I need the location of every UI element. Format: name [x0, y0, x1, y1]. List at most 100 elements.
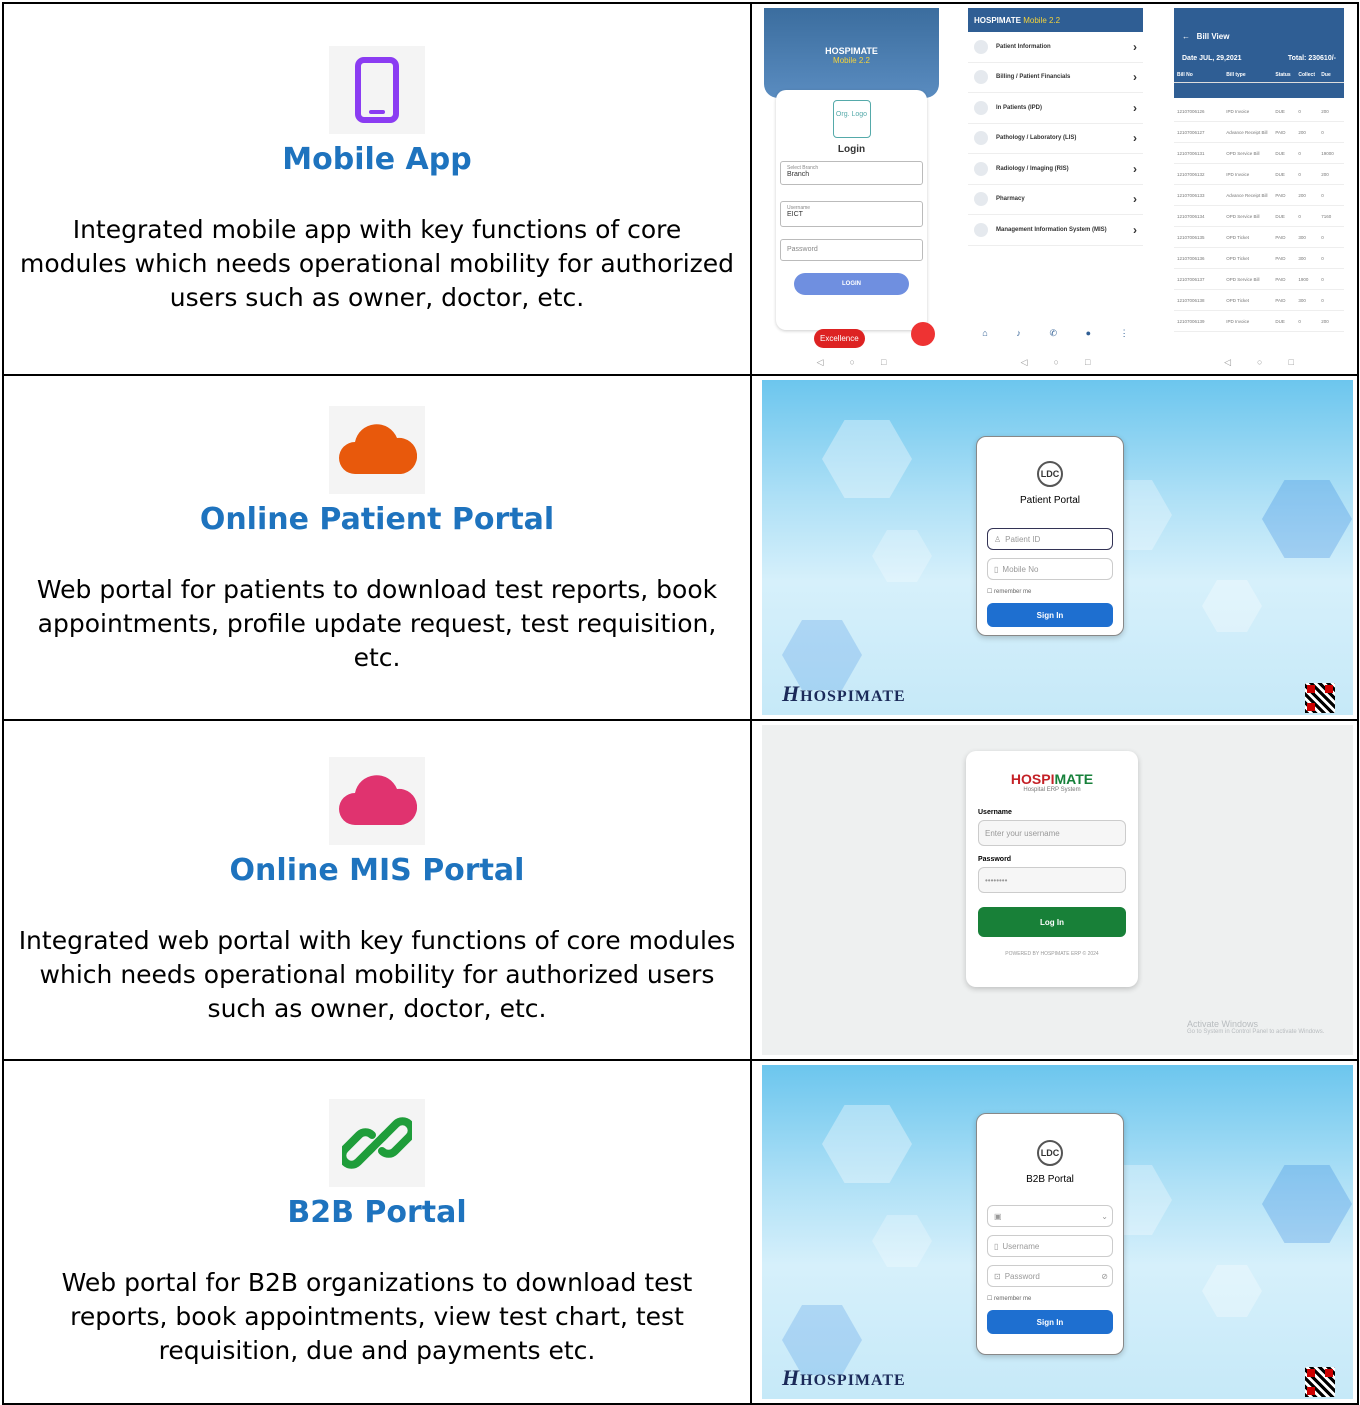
date-value[interactable]: JUL, 29,2021: [1199, 55, 1241, 62]
menu-item[interactable]: Patient Information ›: [968, 32, 1143, 63]
excellence-badge: Excellence: [814, 329, 865, 348]
eye-off-icon[interactable]: ⊘: [1101, 1272, 1108, 1281]
table-cell: 12107006126: [1177, 108, 1205, 114]
table-cell: PAID: [1275, 234, 1286, 240]
bell-icon[interactable]: ♪: [1016, 328, 1021, 350]
column-header: Status: [1275, 72, 1291, 78]
android-nav-bar: ◁ ○ □: [1224, 356, 1294, 368]
table-cell: 200: [1298, 192, 1306, 198]
password-input[interactable]: Password: [780, 239, 923, 261]
menu-item[interactable]: In Patients (IPD) ›: [968, 93, 1143, 124]
chevron-right-icon: ›: [1133, 192, 1137, 207]
table-cell: OPD Ticket: [1226, 234, 1249, 240]
mobile-no-input[interactable]: ▯ Mobile No: [987, 558, 1113, 580]
table-row[interactable]: 12107006139 IPD Invoice DUE 0 200: [1174, 311, 1344, 332]
home-icon[interactable]: ⌂: [982, 328, 987, 350]
menu-item-label: Patient Information: [996, 43, 1051, 50]
table-row[interactable]: 12107006134 OPD Service Bill DUE 0 7160: [1174, 206, 1344, 227]
password-input[interactable]: ••••••••: [978, 867, 1126, 893]
menu-item[interactable]: Radiology / Imaging (RIS) ›: [968, 154, 1143, 185]
org-logo: Org. Logo: [832, 100, 871, 138]
watermark-sub: Go to System in Control Panel to activat…: [1187, 1029, 1325, 1035]
mis-portal-screenshot: HOSPIMATE Hospital ERP System Username E…: [750, 719, 1359, 1061]
menu-version: Mobile 2.2: [1023, 16, 1061, 25]
mobile-bill-screen: ← Bill View Date JUL, 29,2021 Total: 230…: [1174, 8, 1344, 370]
table-cell: DUE: [1275, 318, 1285, 324]
table-cell: 0: [1321, 192, 1324, 198]
phone-icon[interactable]: ✆: [1049, 328, 1057, 350]
patient-portal-screenshot: LDC Patient Portal ♙ Patient ID ▯ Mobile N…: [750, 374, 1359, 721]
table-cell: DUE: [1275, 213, 1285, 219]
table-cell: IPD Invoice: [1226, 108, 1250, 114]
menu-list: Patient Information › Billing / Patient Fi…: [968, 32, 1143, 246]
table-row[interactable]: 12107006132 IPD Invoice DUE 0 200: [1174, 164, 1344, 185]
table-cell: 0: [1298, 108, 1301, 114]
feature-row-patient-portal: Online Patient Portal Web portal for pat…: [2, 374, 1359, 721]
menu-item[interactable]: Pathology / Laboratory (LIS) ›: [968, 124, 1143, 154]
menu-item-label: Billing / Patient Financials: [996, 74, 1071, 81]
feature-cell: B2B Portal Web portal for B2B organizati…: [2, 1059, 752, 1405]
remember-me-checkbox[interactable]: ☐ remember me: [987, 588, 1113, 595]
table-cell: 300: [1298, 234, 1306, 240]
menu-item-label: In Patients (IPD): [996, 104, 1043, 111]
sign-in-button[interactable]: Sign In: [987, 1310, 1113, 1334]
username-input[interactable]: Enter your username: [978, 820, 1126, 846]
menu-item-label: Management Information System (MIS): [996, 226, 1107, 233]
menu-item-icon: [974, 131, 988, 146]
login-button[interactable]: LOGIN: [794, 273, 909, 295]
feature-description: Web portal for patients to download test…: [36, 575, 718, 672]
hospimate-logo: HHOSPIMATE: [782, 1365, 906, 1390]
table-cell: 0: [1298, 318, 1301, 324]
branch-select[interactable]: Branch: [787, 171, 916, 178]
menu-item[interactable]: Pharmacy ›: [968, 185, 1143, 215]
table-row[interactable]: 12107006137 OPD Service Bill PAID 1900 0: [1174, 269, 1344, 290]
username-placeholder: Enter your username: [985, 828, 1060, 838]
call-button[interactable]: [911, 322, 935, 346]
sign-in-button[interactable]: Sign In: [987, 603, 1113, 627]
feature-title: Mobile App: [282, 142, 472, 177]
table-cell: 0: [1298, 150, 1301, 156]
password-input[interactable]: ⊡ Password ⊘: [987, 1265, 1113, 1287]
table-row[interactable]: 12107006127 Advance Receipt Bill PAID 200 0: [1174, 122, 1344, 143]
hospimate-logo: HHOSPIMATE: [782, 681, 906, 706]
menu-item[interactable]: Billing / Patient Financials ›: [968, 63, 1143, 93]
mis-brand: HOSPIMATE: [966, 771, 1138, 787]
table-cell: 0: [1298, 171, 1301, 177]
table-cell: 200: [1298, 129, 1306, 135]
chevron-right-icon: ›: [1133, 161, 1137, 176]
table-row[interactable]: 12107006131 OPD Service Bill DUE 0 19000: [1174, 143, 1344, 164]
table-cell: 300: [1298, 255, 1306, 261]
features-table: Mobile App Integrated mobile app with ke…: [2, 2, 1359, 1405]
app-name: HOSPIMATE: [825, 46, 878, 56]
table-cell: DUE: [1275, 108, 1285, 114]
chevron-right-icon: ›: [1133, 70, 1137, 85]
brand-part-b: MATE: [1054, 771, 1094, 787]
table-cell: 0: [1321, 234, 1324, 240]
chevron-down-icon: ⌄: [1101, 1211, 1108, 1221]
table-cell: 0: [1321, 255, 1324, 261]
login-button[interactable]: Log In: [978, 907, 1126, 937]
menu-item[interactable]: Management Information System (MIS) ›: [968, 215, 1143, 246]
windows-watermark: Activate Windows Go to System in Control…: [1187, 1019, 1347, 1035]
table-row[interactable]: 12107006126 IPD Invoice DUE 0 200: [1174, 101, 1344, 122]
cloud-icon: [329, 757, 425, 845]
menu-item-label: Pharmacy: [996, 196, 1025, 203]
feature-description: Web portal for B2B organizations to down…: [61, 1268, 693, 1365]
table-cell: OPD Ticket: [1226, 255, 1249, 261]
more-icon[interactable]: ⋮: [1120, 328, 1129, 350]
organization-select[interactable]: ▣ ⌄: [987, 1205, 1113, 1227]
username-input[interactable]: ▯ Username: [987, 1235, 1113, 1257]
brand-text: HOSPIMATE: [800, 1372, 906, 1389]
table-cell: 0: [1321, 297, 1324, 303]
remember-me-checkbox[interactable]: ☐ remember me: [987, 1295, 1113, 1302]
table-row[interactable]: 12107006136 OPD Ticket PAID 300 0: [1174, 248, 1344, 269]
table-row[interactable]: 12107006135 OPD Ticket PAID 300 0: [1174, 227, 1344, 248]
patient-id-input[interactable]: ♙ Patient ID: [987, 528, 1113, 550]
back-icon[interactable]: ←: [1182, 32, 1190, 41]
table-cell: 200: [1321, 108, 1329, 114]
table-row[interactable]: 12107006138 OPD Ticket PAID 300 0: [1174, 290, 1344, 311]
username-input[interactable]: EICT: [787, 211, 916, 218]
table-cell: IPD Invoice: [1226, 171, 1250, 177]
table-row[interactable]: 12107006133 Advance Receipt Bill PAID 200 0: [1174, 185, 1344, 206]
info-icon[interactable]: ●: [1086, 328, 1091, 350]
